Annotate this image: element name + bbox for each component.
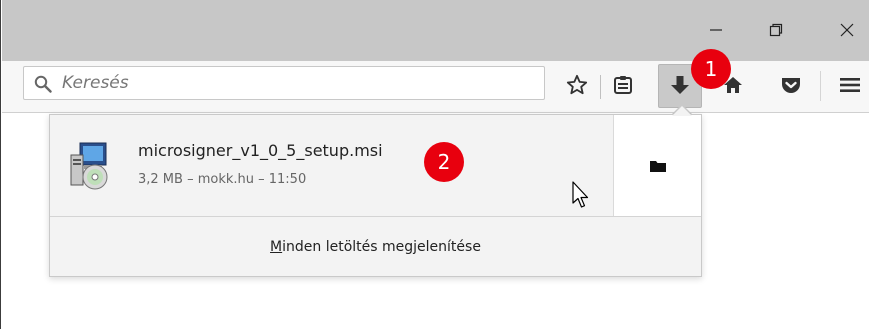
- pocket-button[interactable]: [773, 67, 809, 103]
- panel-arrow: [672, 106, 692, 116]
- open-folder-button[interactable]: [613, 115, 701, 216]
- download-icon: [671, 76, 689, 94]
- pocket-icon: [782, 78, 800, 93]
- annotation-badge-2: 2: [424, 142, 464, 182]
- close-icon: [840, 23, 854, 37]
- show-all-label: inden letöltés megjelenítése: [282, 238, 481, 255]
- nav-toolbar: [2, 61, 869, 113]
- minimize-icon: [710, 29, 722, 31]
- downloads-panel: microsigner_v1_0_5_setup.msi 3,2 MB – mo…: [49, 114, 702, 277]
- minimize-button[interactable]: [694, 14, 738, 46]
- search-box[interactable]: [23, 66, 545, 100]
- msi-installer-icon: [70, 142, 108, 190]
- annotation-badge-1: 1: [691, 49, 731, 89]
- menu-button[interactable]: [832, 67, 868, 103]
- star-icon: [566, 74, 588, 95]
- search-icon: [34, 75, 52, 93]
- restore-button[interactable]: [754, 14, 798, 46]
- menu-icon: [840, 78, 860, 92]
- search-input[interactable]: [62, 67, 532, 99]
- close-button[interactable]: [825, 14, 869, 46]
- download-item[interactable]: microsigner_v1_0_5_setup.msi 3,2 MB – mo…: [50, 115, 613, 216]
- reader-list-icon: [614, 76, 632, 94]
- browser-window: microsigner_v1_0_5_setup.msi 3,2 MB – mo…: [0, 0, 869, 329]
- toolbar-separator: [820, 71, 821, 101]
- reading-list-button[interactable]: [605, 67, 641, 103]
- show-all-downloads-button[interactable]: Minden letöltés megjelenítése: [50, 217, 701, 276]
- restore-icon: [769, 23, 783, 37]
- folder-icon: [649, 160, 666, 172]
- download-meta: 3,2 MB – mokk.hu – 11:50: [138, 172, 307, 187]
- mouse-cursor-icon: [572, 181, 589, 208]
- show-all-accesskey: M: [270, 238, 283, 255]
- bookmark-button[interactable]: [559, 67, 595, 103]
- toolbar-separator: [600, 75, 601, 99]
- download-filename: microsigner_v1_0_5_setup.msi: [138, 141, 383, 160]
- title-bar: [2, 0, 869, 61]
